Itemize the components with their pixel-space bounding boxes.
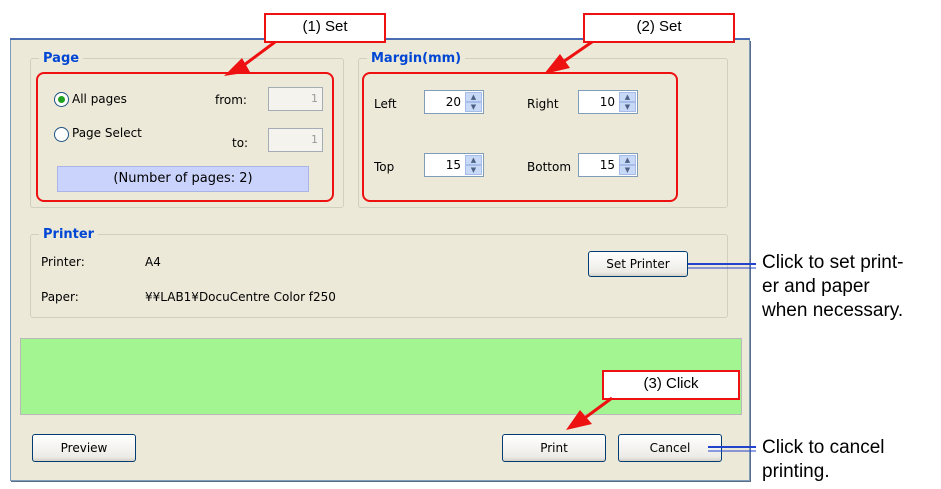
annotation-line: Click to set print- bbox=[762, 252, 904, 273]
connector-line bbox=[708, 446, 756, 452]
annotation-line: er and paper bbox=[762, 276, 870, 297]
arrow-icon bbox=[566, 396, 613, 430]
annotation-line: Click to cancel bbox=[762, 437, 885, 458]
arrow-icon bbox=[224, 40, 276, 76]
connector-line bbox=[688, 263, 756, 269]
annotation-line: when necessary. bbox=[762, 300, 904, 321]
annotation-overlay bbox=[224, 40, 756, 452]
annotation-line: printing. bbox=[762, 461, 830, 482]
cancel-annotation: Click to cancel printing. bbox=[762, 436, 885, 484]
set-printer-annotation: Click to set print- er and paper when ne… bbox=[762, 251, 903, 323]
arrow-icon bbox=[544, 40, 593, 74]
